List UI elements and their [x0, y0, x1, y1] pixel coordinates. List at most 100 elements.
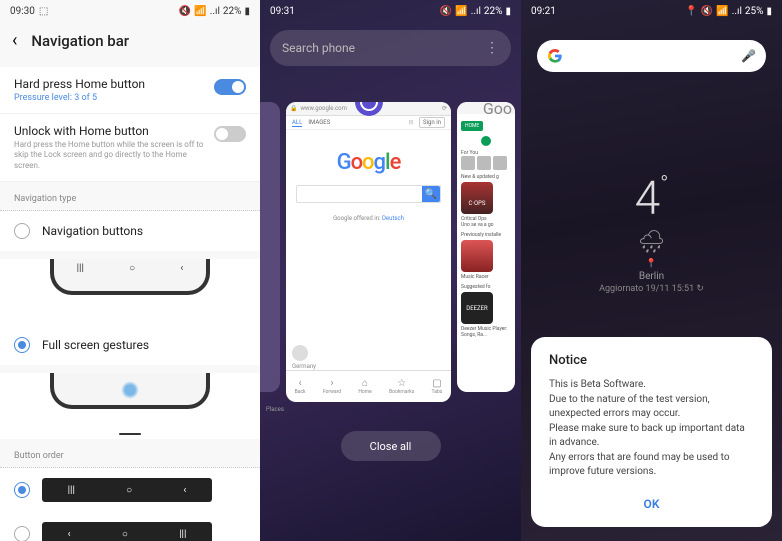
setting-title: Unlock with Home button — [14, 124, 214, 138]
radio-checked[interactable] — [14, 337, 30, 353]
toggle-unlock-home[interactable] — [214, 126, 246, 142]
recents-icon: ||| — [77, 263, 84, 274]
home-icon: ○ — [129, 263, 135, 274]
play-section: Previously installe — [461, 232, 511, 238]
radio-checked[interactable] — [14, 482, 30, 498]
google-search-widget[interactable]: 🎤 — [537, 40, 766, 72]
setting-unlock-home[interactable]: Unlock with Home button Hard press the H… — [0, 114, 260, 182]
notice-dialog: Notice This is Beta Software. Due to the… — [531, 337, 772, 527]
status-time: 09:31 — [270, 6, 295, 17]
recent-app-card-left[interactable] — [260, 102, 280, 392]
wifi-off-icon: 📶 — [194, 6, 206, 17]
recents-icon: ||| — [68, 485, 75, 496]
weather-widget[interactable]: 4° 🌧 📍 Berlin Aggiornato 19/11 15:51 ↻ — [521, 172, 782, 294]
button-bar-preview: ||| ○ ‹ — [42, 478, 212, 502]
nav-buttons-graphic: ||| ○ ‹ — [50, 259, 210, 309]
back-icon[interactable]: ‹ — [12, 30, 17, 51]
recent-apps-row[interactable]: 🔒 www.google.com ⟳ ALL IMAGES ⦙⦙⦙ Sign i… — [260, 74, 521, 402]
section-nav-type: Navigation type — [0, 182, 260, 211]
status-time: 09:30 — [10, 6, 35, 17]
radio-label: Navigation buttons — [42, 224, 143, 238]
settings-screen: 09:30 ⬚ 🔇 📶 ..ıl 22% ▮ ‹ Navigation bar … — [0, 0, 260, 541]
recents-icon: ||| — [179, 529, 186, 540]
section-button-order: Button order — [0, 439, 260, 468]
setting-title: Hard press Home button — [14, 77, 214, 91]
dialog-line: Due to the nature of the test version, u… — [549, 393, 754, 421]
settings-header: ‹ Navigation bar — [0, 22, 260, 59]
nav-bookmarks: ☆Bookmarks — [389, 378, 414, 395]
search-placeholder: Search phone — [282, 41, 355, 55]
nav-home: ⌂Home — [358, 378, 371, 395]
status-bar: 09:21 📍 🔇 📶 ..ıl 25% ▮ — [521, 0, 782, 22]
battery-icon: ▮ — [766, 6, 772, 17]
radio-unchecked[interactable] — [14, 223, 30, 239]
location-pin-icon: 📍 — [521, 259, 782, 269]
dialog-line: Any errors that are found may be used to… — [549, 451, 754, 479]
dialog-line: This is Beta Software. — [549, 378, 754, 392]
apps-icon: ⦙⦙⦙ — [409, 119, 413, 127]
wifi-icon: 📶 — [716, 6, 728, 17]
places-label: Places — [260, 406, 521, 413]
status-time: 09:21 — [531, 6, 556, 17]
recent-app-card-play[interactable]: Goo HOME For You New & updated g C·OPS C… — [457, 102, 515, 392]
status-bar: 09:30 ⬚ 🔇 📶 ..ıl 22% ▮ — [0, 0, 260, 22]
weather-updated: Aggiornato 19/11 15:51 ↻ — [521, 284, 782, 294]
btn-order-1[interactable]: ||| ○ ‹ — [0, 468, 260, 512]
home-line-icon — [119, 433, 141, 435]
close-all-label: Close all — [370, 440, 412, 453]
app-name: Music Racer — [461, 274, 511, 280]
weather-location: Berlin — [521, 271, 782, 282]
radio-gestures[interactable]: Full screen gestures — [0, 325, 260, 365]
avatar-icon — [292, 345, 308, 361]
recent-app-card-browser[interactable]: 🔒 www.google.com ⟳ ALL IMAGES ⦙⦙⦙ Sign i… — [286, 102, 451, 402]
wifi-off-icon: 📶 — [455, 6, 467, 17]
app-sub: Uno se va a go — [461, 222, 511, 228]
play-tab-home: HOME — [461, 121, 483, 131]
app-thumb: C·OPS — [461, 182, 493, 214]
mic-icon[interactable]: 🎤 — [741, 49, 756, 63]
battery-icon: ▮ — [505, 6, 511, 17]
gesture-indicator — [121, 381, 139, 399]
google-tabs: ALL IMAGES ⦙⦙⦙ Sign in — [286, 116, 451, 130]
back-icon: ‹ — [68, 529, 71, 540]
search-phone-bar[interactable]: Search phone ⋮ — [270, 30, 511, 66]
app-thumb: DEEZER — [461, 292, 493, 324]
menu-dots-icon[interactable]: ⋮ — [485, 40, 499, 56]
btn-order-2[interactable]: ‹ ○ ||| — [0, 512, 260, 541]
google-page: Google 🔍 Google offered in: Deutsch — [286, 130, 451, 242]
lang-link: Deutsch — [382, 215, 404, 222]
location-icon: 📍 — [685, 6, 697, 17]
toggle-hard-press[interactable] — [214, 79, 246, 95]
play-section: New & updated g — [461, 174, 511, 180]
radio-nav-buttons[interactable]: Navigation buttons — [0, 211, 260, 251]
temperature: 4° — [521, 172, 782, 226]
battery-percent: 22% — [484, 6, 503, 17]
nav-back: ‹Back — [295, 378, 306, 395]
gestures-graphic — [50, 373, 210, 423]
dialog-body: This is Beta Software. Due to the nature… — [549, 378, 754, 479]
status-icon: ⬚ — [39, 6, 48, 17]
home-icon: ○ — [126, 485, 132, 496]
weather-rain-icon: 🌧 — [521, 230, 782, 255]
page-title: Navigation bar — [31, 32, 129, 50]
ok-button[interactable]: OK — [549, 497, 754, 511]
play-section: Suggested fo — [461, 284, 511, 290]
close-all-button[interactable]: Close all — [341, 431, 441, 461]
reload-icon: ⟳ — [442, 105, 447, 112]
signal-icon: ..ıl — [471, 6, 481, 17]
google-offered: Google offered in: Deutsch — [296, 215, 441, 222]
browser-bottom-nav: ‹Back ›Forward ⌂Home ☆Bookmarks ▢Tabs — [286, 370, 451, 402]
button-bar-preview: ‹ ○ ||| — [42, 522, 212, 541]
country-label: Germany — [292, 363, 316, 370]
back-icon: ‹ — [183, 485, 186, 496]
tab-images: IMAGES — [308, 119, 330, 126]
setting-hard-press[interactable]: Hard press Home button Pressure level: 3… — [0, 67, 260, 114]
radio-label: Full screen gestures — [42, 338, 149, 352]
country-footer: Germany — [292, 345, 316, 370]
radio-unchecked[interactable] — [14, 526, 30, 541]
mute-icon: 🔇 — [701, 6, 713, 17]
back-icon: ‹ — [180, 263, 183, 274]
home-screen: 09:21 📍 🔇 📶 ..ıl 25% ▮ 🎤 4° 🌧 📍 Berlin A… — [521, 0, 782, 541]
battery-icon: ▮ — [244, 6, 250, 17]
mute-icon: 🔇 — [440, 6, 452, 17]
